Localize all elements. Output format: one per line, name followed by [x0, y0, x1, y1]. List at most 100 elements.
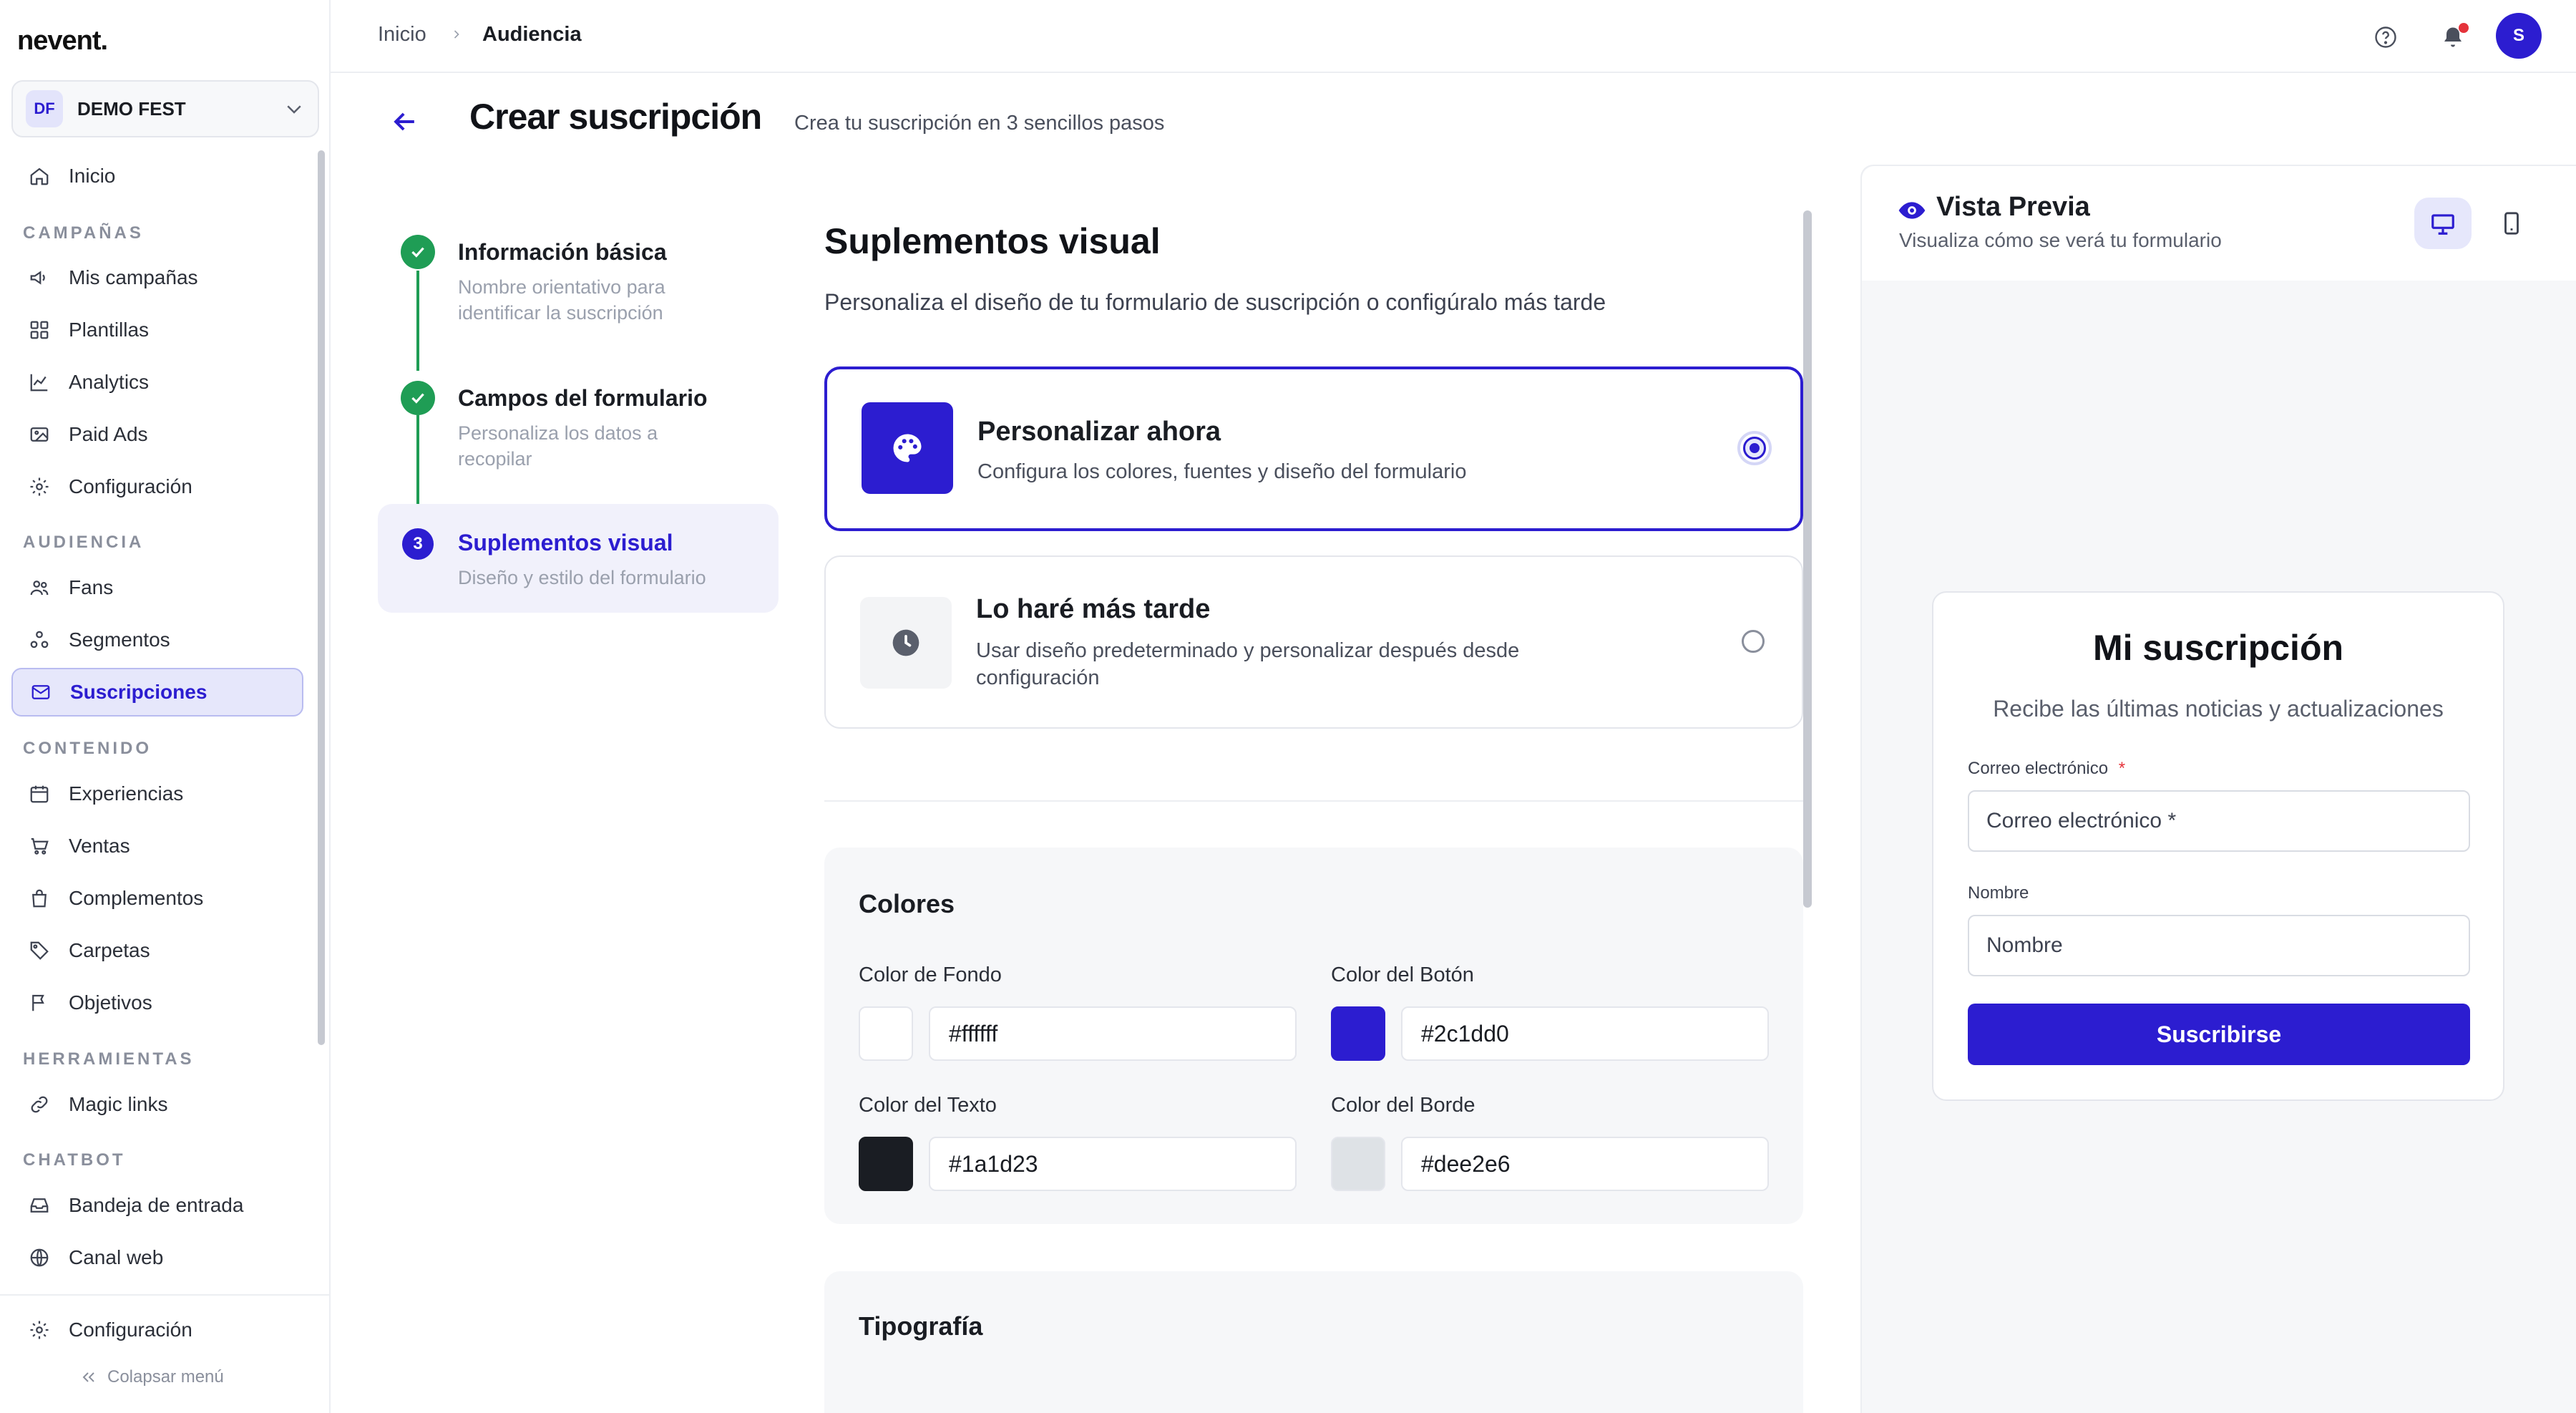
colors-title: Colores: [859, 889, 955, 918]
sidebar: nevent. DF DEMO FEST Inicio CAMPAÑAS Mis…: [0, 0, 331, 1413]
text-color-swatch[interactable]: [859, 1137, 913, 1191]
sidebar-item-label: Mis campañas: [69, 266, 198, 288]
bell-icon[interactable]: [2434, 19, 2472, 56]
avatar-initial: S: [2512, 26, 2524, 45]
sidebar-item-paid-ads[interactable]: Paid Ads: [11, 410, 303, 459]
page-subtitle: Crea tu suscripción en 3 sencillos pasos: [794, 112, 1165, 135]
step-description: Diseño y estilo del formulario: [458, 567, 706, 588]
sidebar-item-label: Configuración: [69, 475, 192, 497]
sidebar-item-fans[interactable]: Fans: [11, 563, 303, 612]
sidebar-item-label: Objetivos: [69, 991, 152, 1014]
avatar[interactable]: S: [2496, 13, 2542, 59]
sidebar-item-label: Magic links: [69, 1093, 168, 1115]
option-radio-selected[interactable]: [1737, 431, 1772, 465]
sidebar-item-label: Analytics: [69, 371, 150, 393]
sidebar-item-objetivos[interactable]: Objetivos: [11, 979, 303, 1027]
app-logo[interactable]: nevent.: [17, 26, 108, 57]
sidebar-item-ventas[interactable]: Ventas: [11, 822, 303, 870]
text-color-label: Color del Texto: [859, 1094, 997, 1117]
name-label: Nombre: [1968, 883, 2029, 903]
sidebar-item-inicio[interactable]: Inicio: [11, 152, 303, 200]
users-icon: [27, 576, 52, 600]
background-color-swatch[interactable]: [859, 1006, 913, 1061]
name-field[interactable]: [1968, 915, 2470, 976]
gear-icon: [27, 1318, 52, 1342]
calendar-icon: [27, 782, 52, 806]
border-color-input[interactable]: [1401, 1137, 1769, 1191]
sidebar-item-magic-links[interactable]: Magic links: [11, 1080, 303, 1129]
step-connector: [416, 271, 419, 371]
sidebar-item-suscripciones[interactable]: Suscripciones: [11, 668, 303, 717]
sidebar-item-label: Ventas: [69, 835, 130, 857]
double-chevron-left-icon: [80, 1369, 97, 1386]
sidebar-item-segmentos[interactable]: Segmentos: [11, 616, 303, 664]
sidebar-item-experiencias[interactable]: Experiencias: [11, 769, 303, 818]
sidebar-item-settings[interactable]: Configuración: [11, 1306, 303, 1354]
check-icon: [409, 243, 427, 261]
sidebar-item-mis-campanas[interactable]: Mis campañas: [11, 253, 303, 302]
sidebar-divider: [0, 1294, 329, 1296]
desktop-view-button[interactable]: [2414, 198, 2472, 249]
sidebar-item-label: Inicio: [69, 165, 116, 187]
sidebar-item-canal-web[interactable]: Canal web: [11, 1233, 303, 1282]
sidebar-item-plantillas[interactable]: Plantillas: [11, 306, 303, 354]
sidebar-item-label: Suscripciones: [70, 681, 208, 703]
sidebar-item-label: Segmentos: [69, 628, 170, 651]
sidebar-item-carpetas[interactable]: Carpetas: [11, 926, 303, 975]
preview-title: Vista Previa: [1936, 192, 2090, 222]
mobile-view-button[interactable]: [2483, 198, 2540, 249]
step-1[interactable]: Información básica Nombre orientativo pa…: [458, 239, 716, 326]
link-icon: [27, 1092, 52, 1117]
breadcrumb-inicio[interactable]: Inicio: [378, 23, 426, 47]
step-2[interactable]: Campos del formulario Personaliza los da…: [458, 385, 716, 472]
section-divider: [824, 800, 1803, 802]
clock-icon: [860, 597, 952, 689]
option-lo-hare-mas-tarde[interactable]: Lo haré más tarde Usar diseño predetermi…: [824, 555, 1803, 729]
email-label: Correo electrónico *: [1968, 759, 2125, 779]
background-color-label: Color de Fondo: [859, 963, 1002, 986]
org-switcher[interactable]: DF DEMO FEST: [11, 80, 319, 137]
chevron-down-icon: [283, 98, 305, 120]
main-scrollbar[interactable]: [1803, 210, 1812, 908]
chevron-right-icon: [449, 27, 464, 42]
sidebar-item-label: Complementos: [69, 887, 204, 909]
preview-panel: Vista Previa Visualiza cómo se verá tu f…: [1860, 165, 2576, 1413]
border-color-label: Color del Borde: [1331, 1094, 1475, 1117]
nav-section-chatbot: CHATBOT: [23, 1150, 126, 1170]
inbox-icon: [27, 1193, 52, 1218]
back-button[interactable]: [389, 106, 421, 137]
background-color-input[interactable]: [929, 1006, 1297, 1061]
section-description: Personaliza el diseño de tu formulario d…: [824, 289, 1606, 315]
step-complete-check: [401, 235, 435, 269]
sidebar-item-analytics[interactable]: Analytics: [11, 358, 303, 407]
help-icon[interactable]: [2367, 19, 2404, 56]
option-title: Personalizar ahora: [977, 417, 1221, 447]
collapse-menu-button[interactable]: Colapsar menú: [80, 1367, 224, 1387]
page-title: Crear suscripción: [469, 97, 762, 137]
button-color-label: Color del Botón: [1331, 963, 1474, 986]
sidebar-item-label: Fans: [69, 576, 114, 598]
email-label-text: Correo electrónico: [1968, 759, 2109, 778]
sidebar-item-label: Experiencias: [69, 782, 184, 805]
preview-form-title: Mi suscripción: [2092, 628, 2344, 668]
segments-icon: [27, 628, 52, 652]
option-description: Usar diseño predeterminado y personaliza…: [976, 639, 1520, 689]
subscribe-button[interactable]: Suscribirse: [1968, 1004, 2470, 1065]
typography-panel: Tipografía: [824, 1271, 1803, 1413]
sidebar-item-bandeja-de-entrada[interactable]: Bandeja de entrada: [11, 1181, 303, 1230]
sidebar-scrollbar[interactable]: [318, 150, 325, 1045]
email-field[interactable]: [1968, 790, 2470, 852]
nav-section-herramientas: HERRAMIENTAS: [23, 1049, 195, 1069]
button-color-input[interactable]: [1401, 1006, 1769, 1061]
notification-dot: [2459, 23, 2469, 33]
breadcrumb-audiencia[interactable]: Audiencia: [482, 23, 582, 47]
text-color-input[interactable]: [929, 1137, 1297, 1191]
sidebar-item-configuracion[interactable]: Configuración: [11, 462, 303, 511]
border-color-swatch[interactable]: [1331, 1137, 1385, 1191]
cart-icon: [27, 834, 52, 858]
option-personalizar-ahora[interactable]: Personalizar ahora Configura los colores…: [824, 366, 1803, 531]
step-title: Suplementos visual: [458, 530, 673, 555]
option-radio[interactable]: [1742, 630, 1765, 653]
button-color-swatch[interactable]: [1331, 1006, 1385, 1061]
sidebar-item-complementos[interactable]: Complementos: [11, 874, 303, 923]
